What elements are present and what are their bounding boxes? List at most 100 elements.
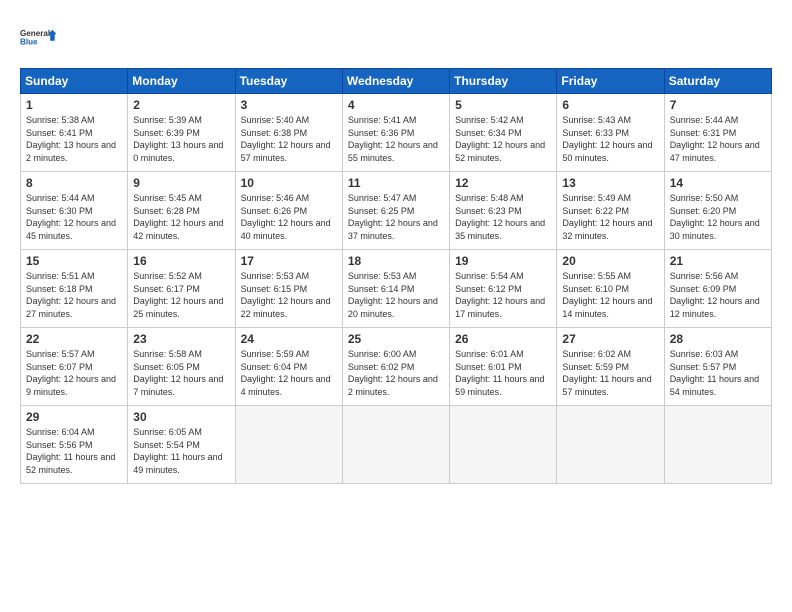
col-header-tuesday: Tuesday [235, 69, 342, 94]
day-number: 10 [241, 176, 337, 190]
page: General Blue SundayMondayTuesdayWednesda… [0, 0, 792, 612]
day-info: Sunrise: 5:46 AMSunset: 6:26 PMDaylight:… [241, 193, 331, 241]
svg-text:Blue: Blue [20, 37, 38, 46]
calendar: SundayMondayTuesdayWednesdayThursdayFrid… [20, 68, 772, 484]
day-info: Sunrise: 5:42 AMSunset: 6:34 PMDaylight:… [455, 115, 545, 163]
day-number: 14 [670, 176, 766, 190]
day-cell [450, 406, 557, 484]
day-number: 9 [133, 176, 229, 190]
day-cell: 16 Sunrise: 5:52 AMSunset: 6:17 PMDaylig… [128, 250, 235, 328]
day-number: 15 [26, 254, 122, 268]
day-number: 3 [241, 98, 337, 112]
day-cell: 6 Sunrise: 5:43 AMSunset: 6:33 PMDayligh… [557, 94, 664, 172]
day-cell: 29 Sunrise: 6:04 AMSunset: 5:56 PMDaylig… [21, 406, 128, 484]
week-row-2: 8 Sunrise: 5:44 AMSunset: 6:30 PMDayligh… [21, 172, 772, 250]
day-number: 25 [348, 332, 444, 346]
day-number: 7 [670, 98, 766, 112]
day-number: 22 [26, 332, 122, 346]
day-number: 24 [241, 332, 337, 346]
day-cell: 24 Sunrise: 5:59 AMSunset: 6:04 PMDaylig… [235, 328, 342, 406]
day-cell: 3 Sunrise: 5:40 AMSunset: 6:38 PMDayligh… [235, 94, 342, 172]
day-info: Sunrise: 5:45 AMSunset: 6:28 PMDaylight:… [133, 193, 223, 241]
day-info: Sunrise: 5:43 AMSunset: 6:33 PMDaylight:… [562, 115, 652, 163]
day-info: Sunrise: 5:53 AMSunset: 6:15 PMDaylight:… [241, 271, 331, 319]
day-info: Sunrise: 5:41 AMSunset: 6:36 PMDaylight:… [348, 115, 438, 163]
day-number: 21 [670, 254, 766, 268]
day-number: 8 [26, 176, 122, 190]
day-cell [342, 406, 449, 484]
day-cell: 9 Sunrise: 5:45 AMSunset: 6:28 PMDayligh… [128, 172, 235, 250]
day-info: Sunrise: 5:40 AMSunset: 6:38 PMDaylight:… [241, 115, 331, 163]
day-info: Sunrise: 6:04 AMSunset: 5:56 PMDaylight:… [26, 427, 115, 475]
day-cell: 10 Sunrise: 5:46 AMSunset: 6:26 PMDaylig… [235, 172, 342, 250]
day-info: Sunrise: 5:48 AMSunset: 6:23 PMDaylight:… [455, 193, 545, 241]
day-info: Sunrise: 5:55 AMSunset: 6:10 PMDaylight:… [562, 271, 652, 319]
day-info: Sunrise: 5:47 AMSunset: 6:25 PMDaylight:… [348, 193, 438, 241]
day-info: Sunrise: 5:39 AMSunset: 6:39 PMDaylight:… [133, 115, 223, 163]
logo: General Blue [20, 18, 56, 58]
day-number: 30 [133, 410, 229, 424]
day-cell: 26 Sunrise: 6:01 AMSunset: 6:01 PMDaylig… [450, 328, 557, 406]
day-cell: 21 Sunrise: 5:56 AMSunset: 6:09 PMDaylig… [664, 250, 771, 328]
day-info: Sunrise: 5:59 AMSunset: 6:04 PMDaylight:… [241, 349, 331, 397]
day-cell: 1 Sunrise: 5:38 AMSunset: 6:41 PMDayligh… [21, 94, 128, 172]
week-row-5: 29 Sunrise: 6:04 AMSunset: 5:56 PMDaylig… [21, 406, 772, 484]
day-cell: 20 Sunrise: 5:55 AMSunset: 6:10 PMDaylig… [557, 250, 664, 328]
day-number: 5 [455, 98, 551, 112]
day-cell: 2 Sunrise: 5:39 AMSunset: 6:39 PMDayligh… [128, 94, 235, 172]
day-info: Sunrise: 6:03 AMSunset: 5:57 PMDaylight:… [670, 349, 759, 397]
day-info: Sunrise: 5:54 AMSunset: 6:12 PMDaylight:… [455, 271, 545, 319]
day-cell: 30 Sunrise: 6:05 AMSunset: 5:54 PMDaylig… [128, 406, 235, 484]
day-info: Sunrise: 5:58 AMSunset: 6:05 PMDaylight:… [133, 349, 223, 397]
day-info: Sunrise: 5:56 AMSunset: 6:09 PMDaylight:… [670, 271, 760, 319]
day-info: Sunrise: 6:05 AMSunset: 5:54 PMDaylight:… [133, 427, 222, 475]
day-cell: 28 Sunrise: 6:03 AMSunset: 5:57 PMDaylig… [664, 328, 771, 406]
col-header-sunday: Sunday [21, 69, 128, 94]
col-header-wednesday: Wednesday [342, 69, 449, 94]
day-cell: 18 Sunrise: 5:53 AMSunset: 6:14 PMDaylig… [342, 250, 449, 328]
week-row-4: 22 Sunrise: 5:57 AMSunset: 6:07 PMDaylig… [21, 328, 772, 406]
day-cell: 13 Sunrise: 5:49 AMSunset: 6:22 PMDaylig… [557, 172, 664, 250]
day-info: Sunrise: 5:51 AMSunset: 6:18 PMDaylight:… [26, 271, 116, 319]
day-cell: 27 Sunrise: 6:02 AMSunset: 5:59 PMDaylig… [557, 328, 664, 406]
day-info: Sunrise: 6:01 AMSunset: 6:01 PMDaylight:… [455, 349, 544, 397]
day-number: 17 [241, 254, 337, 268]
day-info: Sunrise: 5:52 AMSunset: 6:17 PMDaylight:… [133, 271, 223, 319]
day-cell [664, 406, 771, 484]
col-header-thursday: Thursday [450, 69, 557, 94]
logo-svg: General Blue [20, 18, 56, 58]
day-info: Sunrise: 5:49 AMSunset: 6:22 PMDaylight:… [562, 193, 652, 241]
header-row: SundayMondayTuesdayWednesdayThursdayFrid… [21, 69, 772, 94]
day-cell: 11 Sunrise: 5:47 AMSunset: 6:25 PMDaylig… [342, 172, 449, 250]
day-info: Sunrise: 5:44 AMSunset: 6:30 PMDaylight:… [26, 193, 116, 241]
day-number: 12 [455, 176, 551, 190]
day-info: Sunrise: 5:44 AMSunset: 6:31 PMDaylight:… [670, 115, 760, 163]
day-info: Sunrise: 5:57 AMSunset: 6:07 PMDaylight:… [26, 349, 116, 397]
day-number: 1 [26, 98, 122, 112]
week-row-3: 15 Sunrise: 5:51 AMSunset: 6:18 PMDaylig… [21, 250, 772, 328]
day-number: 18 [348, 254, 444, 268]
day-cell: 8 Sunrise: 5:44 AMSunset: 6:30 PMDayligh… [21, 172, 128, 250]
day-cell: 15 Sunrise: 5:51 AMSunset: 6:18 PMDaylig… [21, 250, 128, 328]
day-info: Sunrise: 6:02 AMSunset: 5:59 PMDaylight:… [562, 349, 651, 397]
day-cell: 14 Sunrise: 5:50 AMSunset: 6:20 PMDaylig… [664, 172, 771, 250]
day-number: 19 [455, 254, 551, 268]
day-number: 29 [26, 410, 122, 424]
day-number: 2 [133, 98, 229, 112]
day-number: 6 [562, 98, 658, 112]
day-cell: 7 Sunrise: 5:44 AMSunset: 6:31 PMDayligh… [664, 94, 771, 172]
day-cell: 25 Sunrise: 6:00 AMSunset: 6:02 PMDaylig… [342, 328, 449, 406]
header: General Blue [20, 18, 772, 58]
day-info: Sunrise: 6:00 AMSunset: 6:02 PMDaylight:… [348, 349, 438, 397]
day-cell: 17 Sunrise: 5:53 AMSunset: 6:15 PMDaylig… [235, 250, 342, 328]
col-header-friday: Friday [557, 69, 664, 94]
col-header-saturday: Saturday [664, 69, 771, 94]
day-cell: 22 Sunrise: 5:57 AMSunset: 6:07 PMDaylig… [21, 328, 128, 406]
day-number: 4 [348, 98, 444, 112]
day-info: Sunrise: 5:50 AMSunset: 6:20 PMDaylight:… [670, 193, 760, 241]
day-cell: 5 Sunrise: 5:42 AMSunset: 6:34 PMDayligh… [450, 94, 557, 172]
day-cell [557, 406, 664, 484]
day-number: 13 [562, 176, 658, 190]
day-cell: 4 Sunrise: 5:41 AMSunset: 6:36 PMDayligh… [342, 94, 449, 172]
day-cell [235, 406, 342, 484]
